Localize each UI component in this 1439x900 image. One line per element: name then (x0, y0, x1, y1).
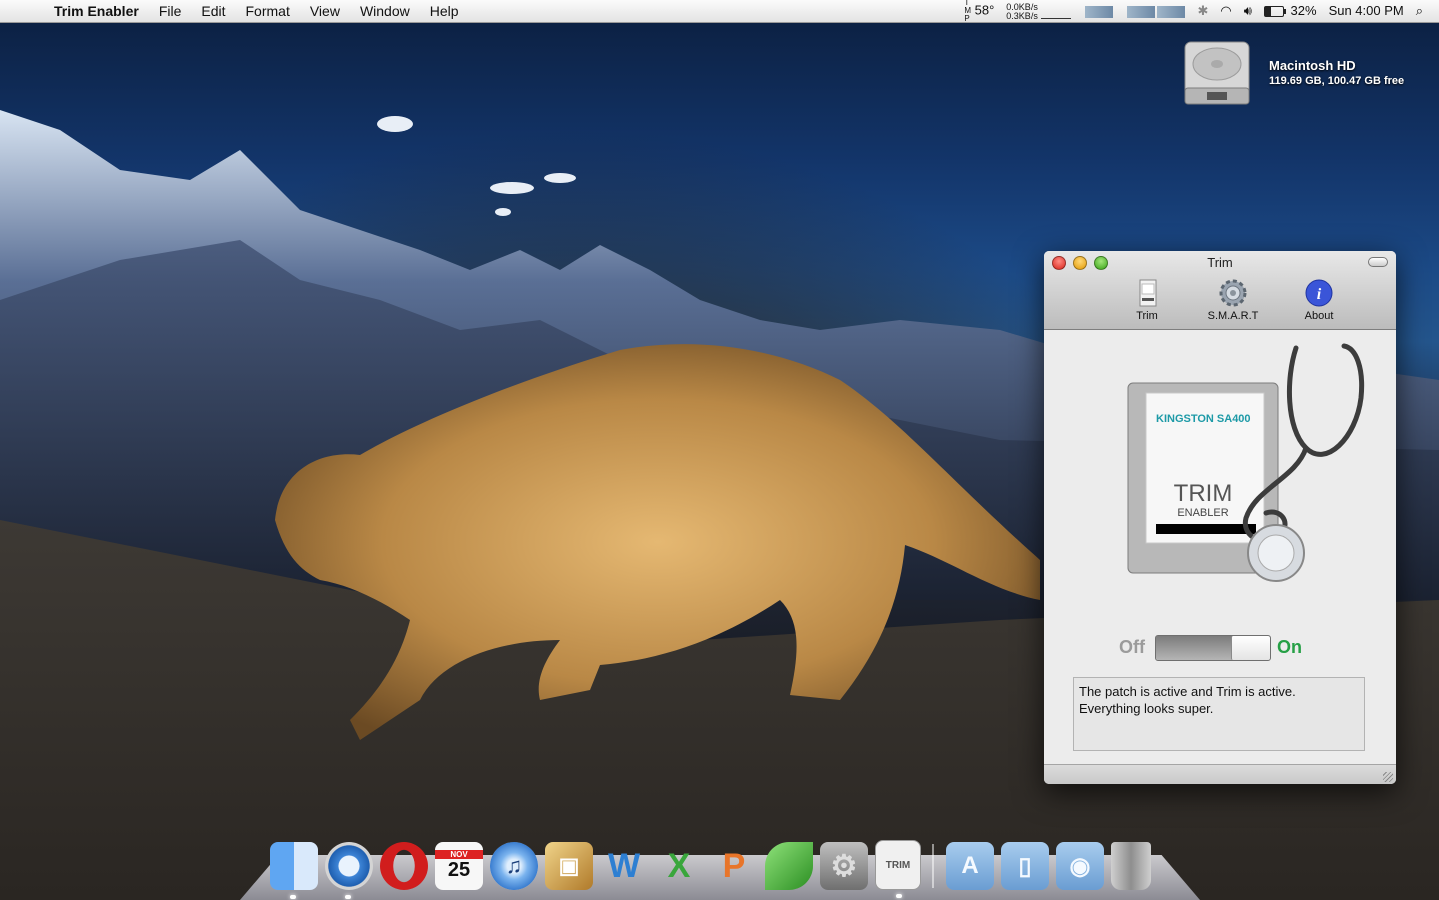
menu-file[interactable]: File (149, 0, 192, 22)
dock-separator (932, 844, 934, 888)
trash-icon[interactable] (1111, 842, 1151, 890)
window-content: KINGSTON SA400 TRIM ENABLER Off On The p… (1044, 330, 1396, 764)
trim-toggle-switch[interactable] (1155, 635, 1271, 661)
menu-window[interactable]: Window (350, 0, 420, 22)
spotlight-search-icon[interactable]: ⌕ (1410, 0, 1439, 22)
safari-icon[interactable] (325, 842, 373, 899)
temperature-value: 58° (974, 2, 995, 18)
drive-info: 119.69 GB, 100.47 GB free (1269, 75, 1405, 87)
menubar-clock[interactable]: Sun 4:00 PM (1323, 0, 1410, 22)
switch-knob[interactable] (1231, 636, 1270, 660)
documents-folder-icon[interactable]: ▯ (1001, 842, 1049, 890)
tab-trim-label: Trim (1136, 310, 1158, 322)
running-indicator (290, 895, 296, 899)
toolbar-tabs: Trim S.M.A.R.T i About (1104, 278, 1362, 322)
running-indicator (896, 894, 902, 898)
hard-drive-label[interactable]: Macintosh HD 119.69 GB, 100.47 GB free (1269, 58, 1404, 87)
dock: NOV 25 ♫ ▣ W X P ⚙ TRIM A ▯ ◉ (270, 830, 1180, 899)
toolbar-toggle-button[interactable] (1368, 257, 1388, 267)
switch-on-label: On (1277, 637, 1302, 657)
excel-icon[interactable]: X (655, 842, 703, 890)
cpu-graph-icon-2 (1157, 5, 1186, 18)
memory-graph-icon (1085, 5, 1114, 18)
status-line-2: Everything looks super. (1079, 701, 1214, 716)
window-footer (1044, 764, 1396, 784)
window-titlebar[interactable]: Trim Trim S.M.A.R.T i About (1044, 251, 1396, 330)
tab-smart-label: S.M.A.R.T (1207, 310, 1259, 322)
cpu-status[interactable] (1119, 0, 1191, 22)
itunes-icon[interactable]: ♫ (490, 842, 538, 890)
trim-enabler-illustration: KINGSTON SA400 TRIM ENABLER (1127, 343, 1365, 582)
downloads-folder-icon[interactable]: ◉ (1056, 842, 1104, 890)
hero-title: TRIM (1174, 480, 1233, 507)
menu-app-name[interactable]: Trim Enabler (52, 0, 149, 22)
info-icon: i (1305, 279, 1333, 307)
network-speeds: 0.0KB/s 0.3KB/s (1006, 2, 1038, 21)
cpu-graph-icon (1127, 5, 1156, 18)
svg-text:i: i (1317, 286, 1322, 303)
opera-icon[interactable] (380, 842, 428, 890)
switch-track (1156, 636, 1232, 660)
bluetooth-icon[interactable]: ✱ (1191, 0, 1214, 22)
menu-view[interactable]: View (300, 0, 350, 22)
tab-about[interactable]: i About (1276, 278, 1362, 322)
tab-about-label: About (1304, 310, 1334, 322)
status-message-box: The patch is active and Trim is active. … (1073, 677, 1365, 751)
trim-enabler-dock-icon[interactable]: TRIM (875, 840, 921, 898)
powerpoint-icon[interactable]: P (710, 842, 758, 890)
menubar-status-area: TMP 58° 0.0KB/s 0.3KB/s ✱ ◠ 🔊︎ 32% Sun 4… (958, 0, 1439, 23)
menu-edit[interactable]: Edit (191, 0, 235, 22)
resize-grip-icon[interactable] (1383, 772, 1393, 782)
wifi-icon[interactable]: ◠ (1214, 0, 1237, 22)
trim-switch-row: Off On (1044, 633, 1396, 663)
menu-help[interactable]: Help (420, 0, 469, 22)
menu-bar: Trim Enabler File Edit Format View Windo… (0, 0, 1439, 23)
hero-brand: KINGSTON SA400 (1156, 413, 1251, 425)
ical-icon[interactable]: NOV 25 (435, 842, 483, 890)
running-indicator (345, 895, 351, 899)
tab-trim[interactable]: Trim (1104, 278, 1190, 322)
trim-window: Trim Trim S.M.A.R.T i About KINGSTON SA4… (1044, 251, 1396, 784)
finder-icon[interactable] (270, 842, 318, 899)
temp-label: TMP (964, 0, 971, 23)
battery-percent: 32% (1290, 3, 1317, 18)
ical-month: NOV (435, 850, 483, 859)
network-status[interactable]: 0.0KB/s 0.3KB/s (1000, 0, 1077, 22)
gear-icon (1219, 279, 1247, 307)
tab-smart[interactable]: S.M.A.R.T (1190, 278, 1276, 322)
switch-off-label: Off (1119, 637, 1145, 657)
leaf-app-icon[interactable] (765, 842, 813, 890)
menu-format[interactable]: Format (236, 0, 300, 22)
system-preferences-icon[interactable]: ⚙ (820, 842, 868, 890)
ical-day: 25 (447, 859, 471, 881)
applications-folder-icon[interactable]: A (946, 842, 994, 890)
hero-subtitle: ENABLER (1177, 507, 1228, 519)
word-icon[interactable]: W (600, 842, 648, 890)
hard-drive-icon[interactable] (1181, 36, 1253, 108)
battery-status[interactable]: 32% (1258, 0, 1323, 22)
window-title: Trim (1207, 255, 1233, 270)
temperature-status[interactable]: TMP 58° (958, 0, 1000, 23)
iphoto-icon[interactable]: ▣ (545, 842, 593, 890)
ssd-icon (1139, 279, 1157, 307)
status-line-1: The patch is active and Trim is active. (1079, 684, 1296, 699)
volume-icon[interactable]: 🔊︎ (1238, 0, 1258, 22)
network-meter (1041, 4, 1072, 20)
battery-icon (1263, 6, 1286, 18)
drive-name: Macintosh HD (1269, 58, 1356, 73)
net-down: 0.3KB/s (1006, 10, 1038, 21)
memory-status[interactable] (1077, 0, 1119, 22)
